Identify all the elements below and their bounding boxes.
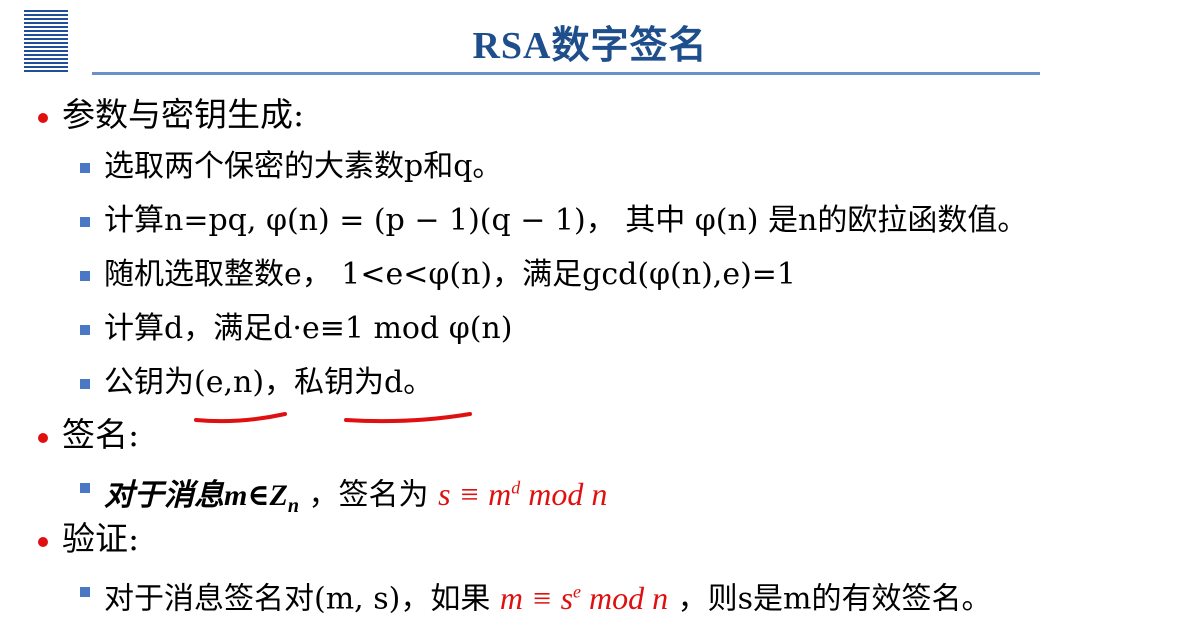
bullet-text: 计算n=pq, φ(n) = (p − 1)(q − 1)， 其中 φ(n) 是… — [104, 203, 1028, 238]
bullet-item-verify: 对于消息签名对(m, s)，如果 m ≡ se mod n ，则s是m的有效签名… — [34, 564, 1174, 618]
bullet-text: 计算d，满足d·e≡1 mod φ(n) — [104, 311, 513, 346]
bullet-square-icon — [80, 379, 90, 389]
verify-prefix: 对于消息签名对(m, s)，如果 — [104, 581, 500, 617]
bullet-square-icon — [80, 587, 90, 597]
bullet-text: 公钥为(e,n)，私钥为d。 — [104, 365, 434, 400]
bullet-text: 随机选取整数e， 1<e<φ(n)，满足gcd(φ(n),e)=1 — [104, 257, 797, 292]
bullet-item: 随机选取整数e， 1<e<φ(n)，满足gcd(φ(n),e)=1 — [34, 248, 1174, 302]
verify-formula: m ≡ se mod n — [499, 579, 669, 616]
bullet-square-icon — [80, 163, 90, 173]
bullet-dot-icon — [38, 433, 48, 443]
bullet-square-icon — [80, 325, 90, 335]
bullet-square-icon — [80, 271, 90, 281]
bullet-item: 计算n=pq, φ(n) = (p − 1)(q − 1)， 其中 φ(n) 是… — [34, 194, 1174, 248]
section-heading-label: 签名: — [62, 415, 140, 454]
verify-suffix: ，则s是m的有效签名。 — [668, 581, 992, 617]
slide-title: RSA数字签名 — [472, 25, 708, 67]
section-sign-heading: 签名: — [34, 410, 1174, 460]
bullet-item-keys: 公钥为(e,n)，私钥为d。 — [34, 356, 1174, 410]
section-keygen-heading: 参数与密钥生成: — [34, 90, 1174, 140]
title-divider — [92, 72, 1040, 75]
section-verify-heading: 验证: — [34, 514, 1174, 564]
bullet-item: 计算d，满足d·e≡1 mod φ(n) — [34, 302, 1174, 356]
section-heading-label: 验证: — [62, 519, 140, 558]
bullet-square-icon — [80, 217, 90, 227]
sign-formula: s ≡ md mod n — [438, 475, 608, 512]
sign-prefix: 对于消息m∈Zn — [104, 478, 299, 517]
bullet-dot-icon — [38, 537, 48, 547]
bullet-dot-icon — [38, 113, 48, 123]
slide-content: 参数与密钥生成: 选取两个保密的大素数p和q。 计算n=pq, φ(n) = (… — [34, 90, 1174, 618]
section-heading-label: 参数与密钥生成: — [62, 95, 305, 134]
bullet-item: 选取两个保密的大素数p和q。 — [34, 140, 1174, 194]
bullet-square-icon — [80, 483, 90, 493]
sign-mid: ，签名为 — [299, 477, 439, 513]
bullet-text: 选取两个保密的大素数p和q。 — [104, 149, 503, 184]
bullet-item-sign: 对于消息m∈Zn ，签名为 s ≡ md mod n — [34, 460, 1174, 517]
